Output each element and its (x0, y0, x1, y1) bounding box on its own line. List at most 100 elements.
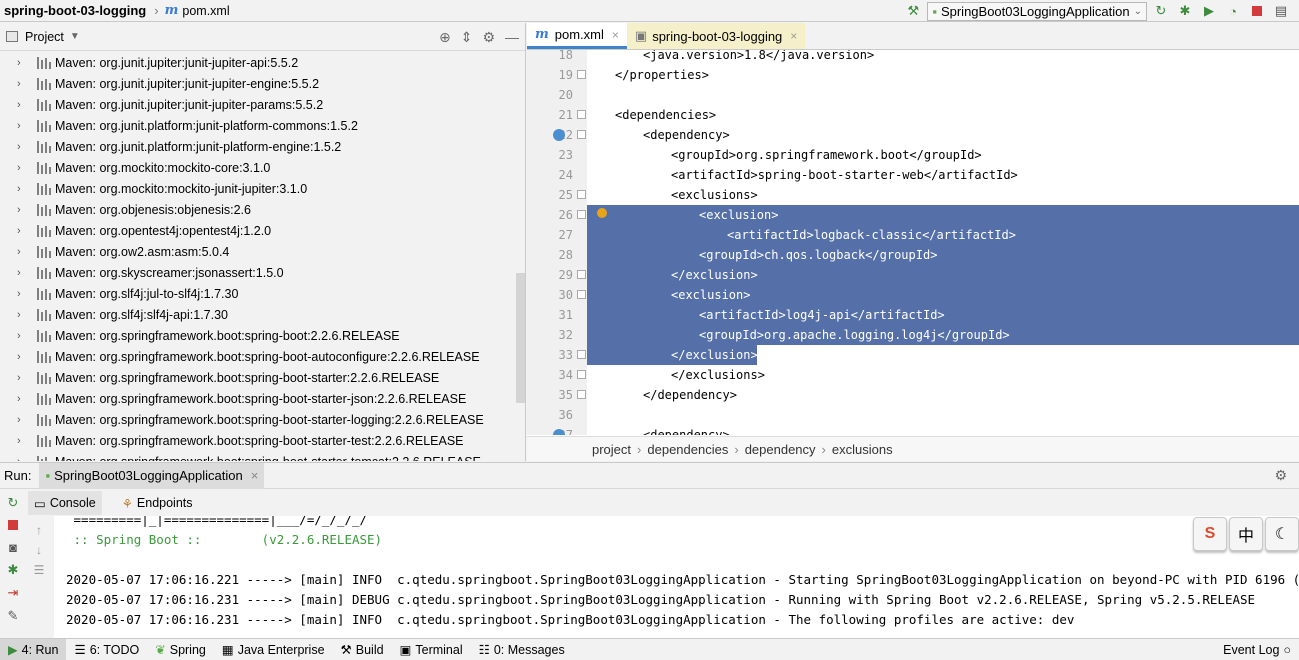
chevron-right-icon[interactable]: › (17, 414, 37, 426)
tool-spring[interactable]: ❦ Spring (147, 639, 214, 660)
tree-item[interactable]: › Maven: org.objenesis:objenesis:2.6 (0, 199, 516, 220)
code-line[interactable]: 24 <artifactId>spring-boot-starter-web</a… (527, 165, 1299, 185)
stop-icon[interactable] (1247, 2, 1267, 20)
code-line[interactable]: 34 </exclusions> (527, 365, 1299, 385)
profile-icon[interactable]: ◔ (1223, 2, 1243, 20)
tool-todo[interactable]: ☰ 6: TODO (66, 639, 147, 660)
console-output[interactable]: =========|_|==============|___/=/_/_/_/ … (54, 516, 1299, 639)
debug-icon[interactable]: ✱ (8, 562, 19, 578)
code-line[interactable]: 31 <artifactId>log4j-api</artifactId> (527, 305, 1299, 325)
hammer-icon[interactable]: ⚒ (903, 2, 923, 20)
fold-marker-icon[interactable] (577, 130, 586, 139)
rerun-icon[interactable]: ↻ (1151, 2, 1171, 20)
chevron-right-icon[interactable]: › (17, 456, 37, 462)
tree-item[interactable]: › Maven: org.junit.jupiter:junit-jupiter-… (0, 52, 516, 73)
code-line[interactable]: 23 <groupId>org.springframework.boot</gro… (527, 145, 1299, 165)
tree-item[interactable]: › Maven: org.junit.jupiter:junit-jupiter-… (0, 73, 516, 94)
run-tab[interactable]: ▪ SpringBoot03LoggingApplication × (39, 462, 265, 489)
chevron-right-icon[interactable]: › (17, 267, 37, 279)
run-config-select[interactable]: ▪ SpringBoot03LoggingApplication ⌄ (927, 1, 1147, 21)
chevron-right-icon[interactable]: › (17, 225, 37, 237)
tool-java-enterprise[interactable]: ▦ Java Enterprise (214, 639, 333, 660)
minimize-icon[interactable]: — (505, 29, 519, 45)
tree-item[interactable]: › Maven: org.junit.platform:junit-platfor… (0, 115, 516, 136)
chevron-right-icon[interactable]: › (17, 204, 37, 216)
locate-icon[interactable]: ⊕ (439, 29, 451, 46)
coverage-icon[interactable]: ▶ (1199, 2, 1219, 20)
debug-icon[interactable]: ✱ (1175, 2, 1195, 20)
fold-marker-icon[interactable] (577, 270, 586, 279)
code-line[interactable]: 36 (527, 405, 1299, 425)
code-line[interactable]: 18 <java.version>1.8</java.version> (527, 50, 1299, 65)
code-line[interactable]: 25 <exclusions> (527, 185, 1299, 205)
project-structure-icon[interactable]: ▤ (1271, 2, 1291, 20)
tree-item[interactable]: › Maven: org.springframework.boot:spring-… (0, 325, 516, 346)
tree-item[interactable]: › Maven: org.opentest4j:opentest4j:1.2.0 (0, 220, 516, 241)
code-line[interactable]: 30 <exclusion> (527, 285, 1299, 305)
breadcrumb-item[interactable]: exclusions (832, 442, 893, 457)
chevron-right-icon[interactable]: › (17, 141, 37, 153)
chevron-right-icon[interactable]: › (17, 309, 37, 321)
chevron-right-icon[interactable]: › (17, 246, 37, 258)
tree-item[interactable]: › Maven: org.slf4j:slf4j-api:1.7.30 (0, 304, 516, 325)
scroll-up-icon[interactable]: ↑ (36, 523, 42, 537)
fold-marker-icon[interactable] (577, 210, 586, 219)
chevron-right-icon[interactable]: › (17, 351, 37, 363)
tree-item[interactable]: › Maven: org.ow2.asm:asm:5.0.4 (0, 241, 516, 262)
fold-marker-icon[interactable] (577, 350, 586, 359)
tree-item[interactable]: › Maven: org.mockito:mockito-core:3.1.0 (0, 157, 516, 178)
tree-item[interactable]: › Maven: org.springframework.boot:spring-… (0, 409, 516, 430)
chevron-right-icon[interactable]: › (17, 78, 37, 90)
chevron-right-icon[interactable]: › (17, 183, 37, 195)
tree-item[interactable]: › Maven: org.springframework.boot:spring-… (0, 451, 516, 461)
code-line[interactable]: 21 <dependencies> (527, 105, 1299, 125)
gear-icon[interactable]: ⚙ (482, 29, 495, 46)
tree-item[interactable]: › Maven: org.springframework.boot:spring-… (0, 367, 516, 388)
code-area[interactable]: 18 <java.version>1.8</java.version> 19 </pr… (527, 50, 1299, 435)
chevron-right-icon[interactable]: › (17, 330, 37, 342)
moon-icon[interactable]: ☾ (1265, 517, 1299, 551)
code-line[interactable]: 27 <artifactId>logback-classic</artifactI… (527, 225, 1299, 245)
tree-item[interactable]: › Maven: org.springframework.boot:spring-… (0, 346, 516, 367)
breadcrumb-file[interactable]: pom.xml (182, 4, 229, 18)
fold-marker-icon[interactable] (577, 370, 586, 379)
breadcrumb-item[interactable]: dependency (745, 442, 816, 457)
sogou-icon[interactable]: S (1193, 517, 1227, 551)
chevron-right-icon[interactable]: › (17, 99, 37, 111)
stop-icon[interactable] (8, 518, 18, 533)
code-line[interactable]: 19 </properties> (527, 65, 1299, 85)
fold-marker-icon[interactable] (577, 110, 586, 119)
chevron-right-icon[interactable]: › (17, 393, 37, 405)
tool-event-log[interactable]: Event Log ○ (1215, 639, 1299, 660)
chevron-right-icon[interactable]: › (17, 372, 37, 384)
chevron-right-icon[interactable]: › (17, 120, 37, 132)
rerun-icon[interactable]: ↻ (8, 495, 19, 511)
camera-icon[interactable]: ◙ (9, 540, 17, 555)
code-line[interactable]: 26 <exclusion> (527, 205, 1299, 225)
tree-item[interactable]: › Maven: org.springframework.boot:spring-… (0, 430, 516, 451)
dependency-gutter-icon[interactable] (553, 129, 565, 141)
chinese-mode-button[interactable]: 中 (1229, 517, 1263, 551)
project-scrollbar[interactable] (516, 273, 525, 403)
close-icon[interactable]: × (790, 29, 797, 43)
tree-item[interactable]: › Maven: org.junit.platform:junit-platfor… (0, 136, 516, 157)
chevron-right-icon[interactable]: › (17, 435, 37, 447)
breadcrumb-item[interactable]: project (592, 442, 631, 457)
caret-down-icon[interactable]: ▼ (70, 31, 80, 42)
tab-project-pom[interactable]: ▣ spring-boot-03-logging × (626, 23, 806, 49)
close-icon[interactable]: × (251, 468, 259, 483)
tree-item[interactable]: › Maven: org.mockito:mockito-junit-jupite… (0, 178, 516, 199)
tool-messages[interactable]: ☷ 0: Messages (471, 639, 573, 660)
code-line[interactable]: 35 </dependency> (527, 385, 1299, 405)
tree-item[interactable]: › Maven: org.slf4j:jul-to-slf4j:1.7.30 (0, 283, 516, 304)
code-line[interactable]: 22 <dependency> (527, 125, 1299, 145)
tree-item[interactable]: › Maven: org.springframework.boot:spring-… (0, 388, 516, 409)
fold-marker-icon[interactable] (577, 290, 586, 299)
tab-endpoints[interactable]: ⚘ Endpoints (116, 491, 199, 515)
tool-run[interactable]: ▶ 4: Run (0, 638, 67, 660)
intention-bulb-icon[interactable] (597, 208, 607, 218)
fold-marker-icon[interactable] (577, 190, 586, 199)
tree-item[interactable]: › Maven: org.junit.jupiter:junit-jupiter-… (0, 94, 516, 115)
soft-wrap-icon[interactable]: ☰ (34, 563, 45, 577)
chevron-right-icon[interactable]: › (17, 57, 37, 69)
